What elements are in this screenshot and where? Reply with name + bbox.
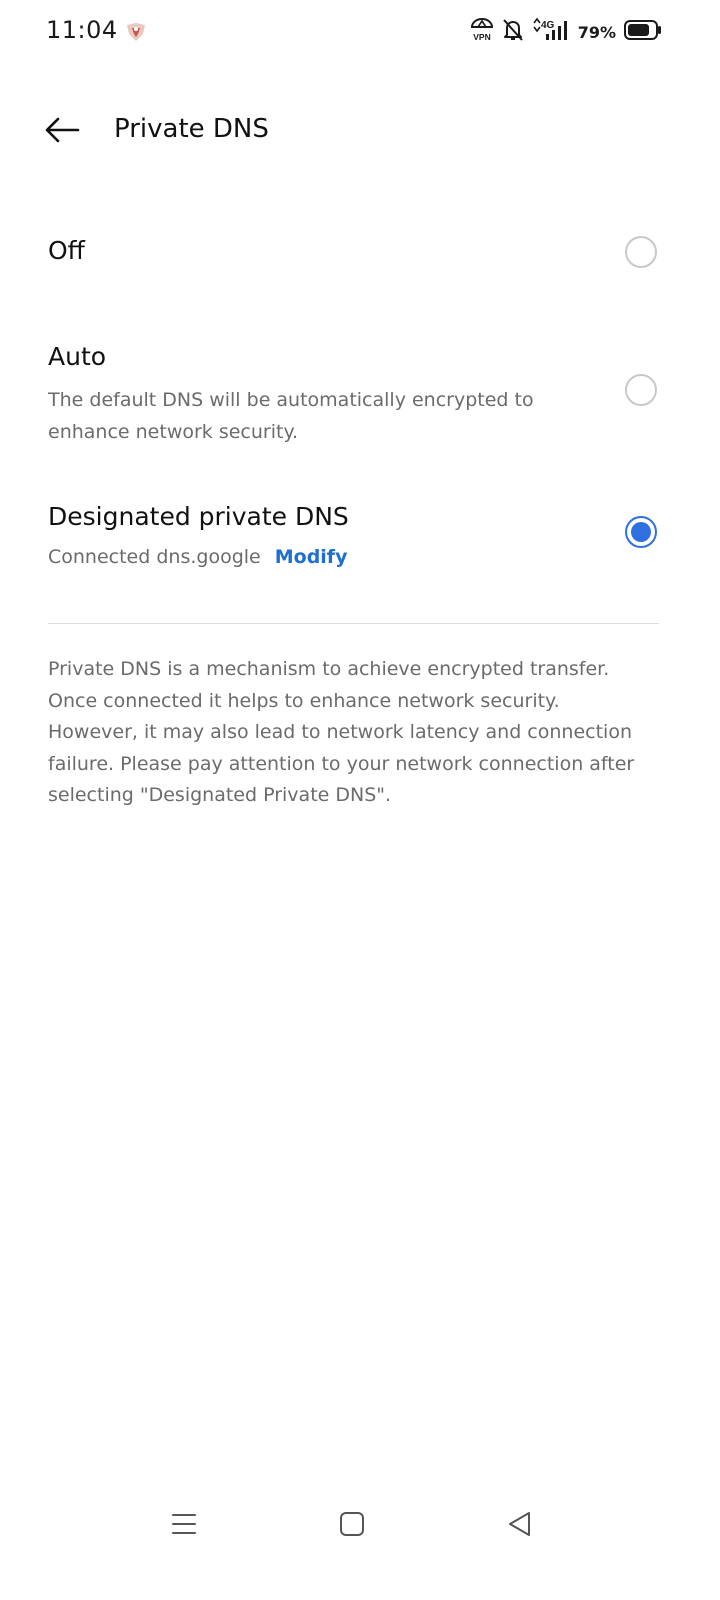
battery-icon [624,19,662,45]
radio-designated[interactable] [625,516,657,548]
recent-apps-button[interactable] [162,1504,206,1548]
back-arrow-icon [44,116,80,148]
menu-icon [170,1510,198,1542]
connection-status-line: Connected dns.google Modify [48,546,347,568]
home-button[interactable] [330,1504,374,1548]
radio-off[interactable] [625,236,657,268]
back-triangle-icon [506,1510,534,1542]
home-icon [338,1510,366,1542]
status-icons: VPN 4G 79% [470,17,662,47]
app-bar: Private DNS [0,96,720,168]
connection-status: Connected dns.google [48,546,261,568]
modify-link[interactable]: Modify [275,546,348,568]
option-off-label: Off [48,236,85,265]
bell-off-icon [502,18,524,46]
option-designated-label: Designated private DNS [48,502,349,531]
navigation-bar [0,1490,720,1560]
option-auto-description: The default DNS will be automatically en… [48,389,534,443]
status-bar: 11:04 VPN 4G 79% [0,0,720,64]
network-type: 4G [541,20,555,31]
app-notification-icon [124,20,148,44]
option-designated-private-dns[interactable]: Designated private DNS Connected dns.goo… [0,490,720,590]
divider [48,623,659,624]
system-back-button[interactable] [498,1504,542,1548]
option-auto[interactable]: Auto The default DNS will be automatical… [0,330,720,450]
vpn-label: VPN [473,32,490,42]
info-text: Private DNS is a mechanism to achieve en… [48,658,635,806]
back-button[interactable] [34,110,90,154]
option-auto-label: Auto [48,342,107,371]
status-time: 11:04 [46,16,118,44]
vpn-icon: VPN [470,17,494,47]
signal-icon: 4G [532,17,570,47]
option-off[interactable]: Off [0,220,720,284]
radio-auto[interactable] [625,374,657,406]
page-title: Private DNS [114,114,269,144]
battery-percent: 79% [577,22,616,42]
